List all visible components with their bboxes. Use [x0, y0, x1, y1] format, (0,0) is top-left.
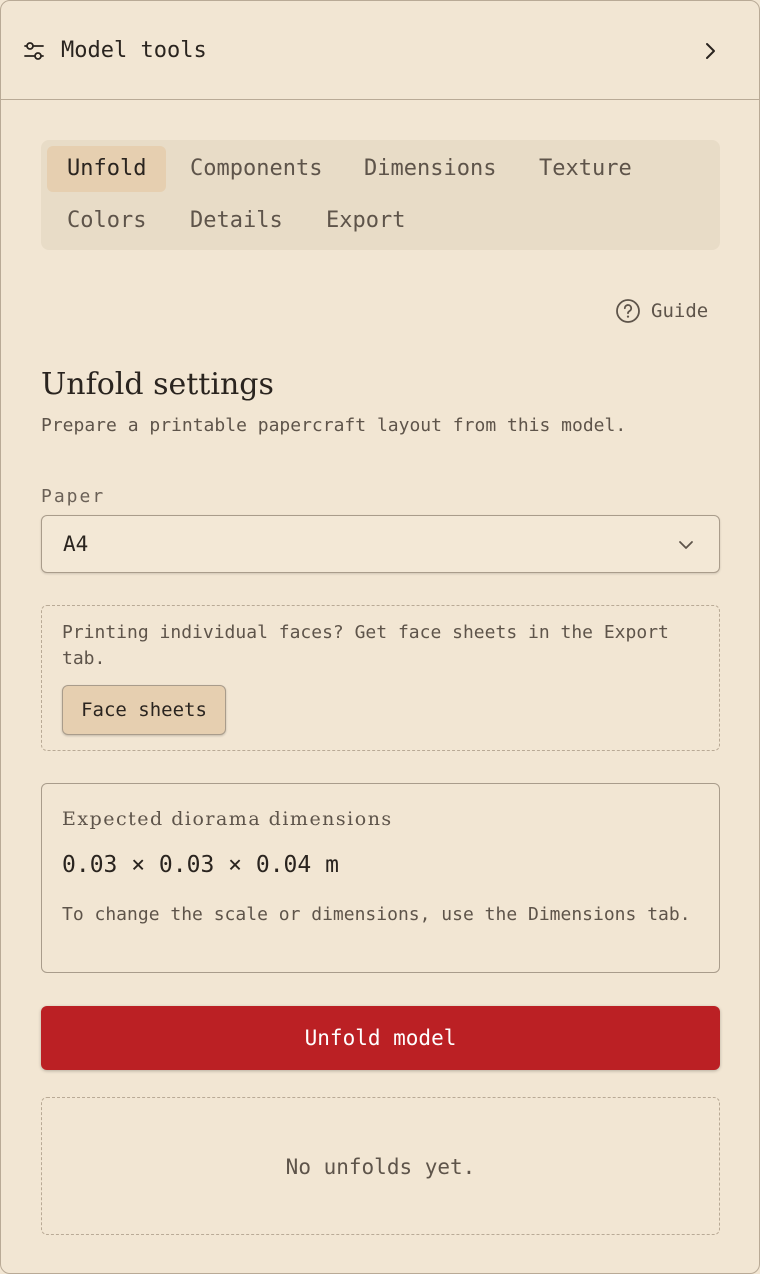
chevron-right-icon[interactable]	[699, 39, 721, 63]
panel-header: Model tools	[1, 1, 759, 100]
tab-dimensions[interactable]: Dimensions	[344, 146, 516, 192]
notice-text: Printing individual faces? Get face shee…	[62, 622, 669, 669]
tab-components[interactable]: Components	[170, 146, 342, 192]
paper-label: Paper	[41, 486, 106, 507]
tab-bar: Unfold Components Dimensions Texture Col…	[41, 140, 720, 250]
face-sheets-notice: Printing individual faces? Get face shee…	[41, 605, 720, 751]
guide-link[interactable]: Guide	[615, 298, 708, 324]
model-tools-panel: Model tools Unfold Components Dimensions…	[0, 0, 760, 1274]
sliders-icon	[24, 42, 44, 60]
empty-state-text: No unfolds yet.	[285, 1155, 476, 1179]
dimensions-card: Expected diorama dimensions 0.03 × 0.03 …	[41, 783, 720, 973]
face-sheets-button[interactable]: Face sheets	[62, 685, 226, 735]
chevron-down-icon	[679, 541, 693, 549]
panel-title: Model tools	[61, 38, 207, 63]
dimensions-label: Expected diorama dimensions	[62, 808, 393, 830]
tab-export[interactable]: Export	[306, 198, 425, 244]
dimensions-value: 0.03 × 0.03 × 0.04 m	[62, 852, 339, 878]
tab-details[interactable]: Details	[170, 198, 303, 244]
unfolds-empty-state: No unfolds yet.	[41, 1097, 720, 1235]
tab-colors[interactable]: Colors	[47, 198, 166, 244]
paper-select[interactable]: A4	[41, 515, 720, 573]
unfold-model-button[interactable]: Unfold model	[41, 1006, 720, 1070]
guide-label: Guide	[651, 300, 709, 322]
section-title: Unfold settings	[41, 367, 274, 402]
section-subtitle: Prepare a printable papercraft layout fr…	[41, 415, 627, 436]
help-circle-icon	[616, 299, 640, 323]
tab-texture[interactable]: Texture	[519, 146, 652, 192]
tab-unfold[interactable]: Unfold	[47, 146, 167, 192]
dimensions-note: To change the scale or dimensions, use t…	[62, 904, 691, 925]
paper-select-value: A4	[63, 532, 89, 556]
